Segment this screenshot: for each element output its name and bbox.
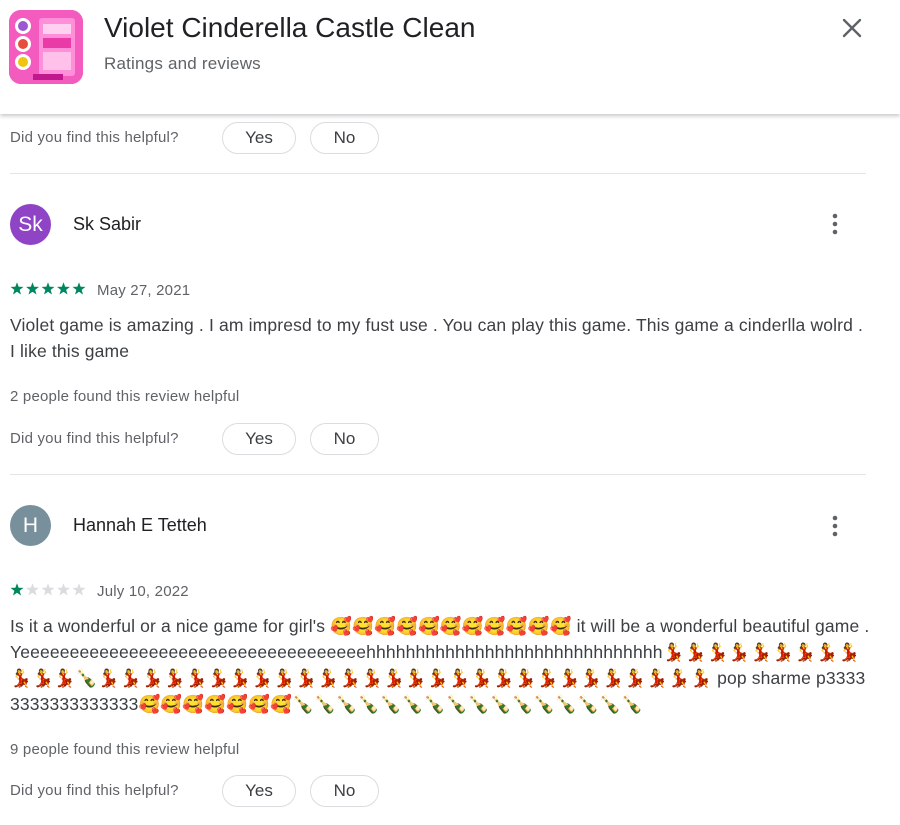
star-icon [26, 282, 39, 295]
page-subtitle: Ratings and reviews [104, 54, 261, 73]
no-button[interactable]: No [310, 423, 379, 455]
app-title: Violet Cinderella Castle Clean [104, 12, 476, 43]
reviewer-name: Hannah E Tetteh [73, 515, 207, 535]
star-icon [72, 583, 86, 596]
star-rating [10, 583, 86, 596]
review-text: Violet game is amazing . I am impresd to… [10, 315, 864, 361]
helpful-question: Did you find this helpful? [10, 782, 179, 799]
avatar-initials: H [22, 514, 39, 537]
more-vert-icon[interactable] [823, 212, 847, 236]
review-text: Is it a wonderful or a nice game for gir… [10, 616, 870, 714]
star-icon [41, 282, 55, 295]
yes-button[interactable]: Yes [222, 423, 296, 455]
no-button[interactable]: No [310, 775, 379, 807]
reviewer-name: Sk Sabir [73, 214, 142, 234]
helpful-question: Did you find this helpful? [10, 430, 179, 447]
divider [10, 173, 866, 174]
more-vert-icon[interactable] [823, 514, 847, 538]
avatar: H [10, 505, 51, 546]
star-icon [10, 282, 24, 295]
star-icon [57, 282, 70, 295]
star-icon [10, 583, 24, 596]
helpful-count: 2 people found this review helpful [10, 388, 240, 405]
avatar-initials: Sk [18, 213, 43, 236]
helpful-question: Did you find this helpful? [10, 129, 179, 146]
yes-button[interactable]: Yes [222, 122, 296, 154]
avatar: Sk [10, 204, 51, 245]
app-icon [9, 10, 83, 84]
no-button[interactable]: No [310, 122, 379, 154]
helpful-count: 9 people found this review helpful [10, 741, 240, 758]
star-icon [26, 583, 39, 596]
star-icon [57, 583, 70, 596]
review-date: July 10, 2022 [97, 583, 189, 600]
star-icon [72, 282, 86, 295]
divider [10, 474, 866, 475]
yes-button[interactable]: Yes [222, 775, 296, 807]
review-date: May 27, 2021 [97, 282, 191, 299]
close-icon[interactable] [834, 10, 870, 46]
dialog-header: Violet Cinderella Castle Clean Ratings a… [0, 0, 900, 114]
star-icon [41, 583, 55, 596]
star-rating [10, 282, 86, 295]
